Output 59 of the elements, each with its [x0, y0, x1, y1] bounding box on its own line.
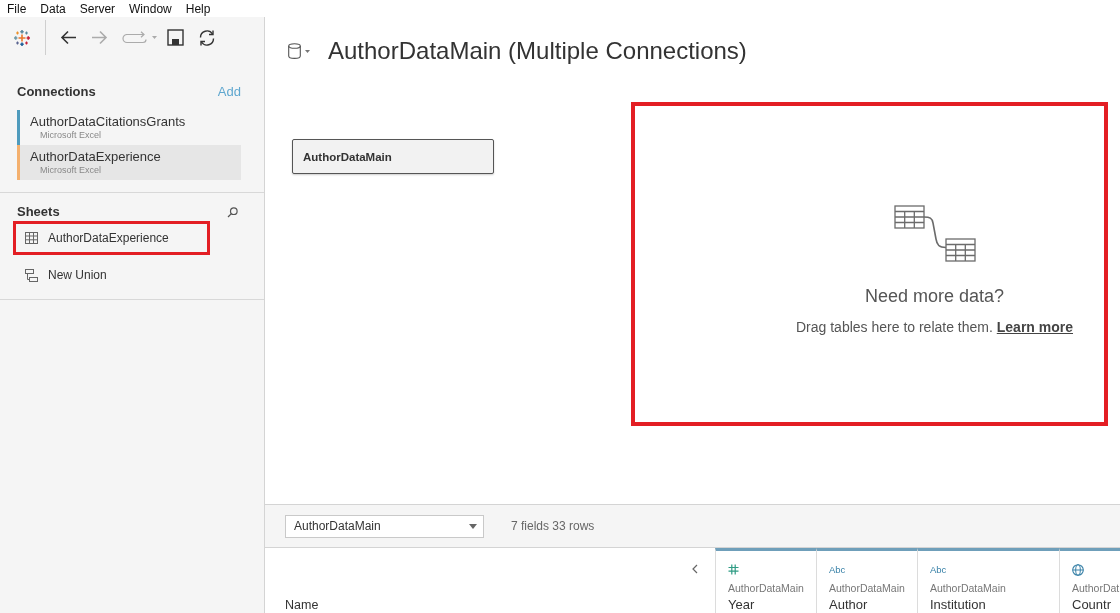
menu-item[interactable]: Server [72, 0, 123, 17]
app-logo-icon [14, 29, 30, 46]
caret-icon [305, 49, 310, 53]
connection-item[interactable]: AuthorDataCitationsGrants Microsoft Excel [17, 110, 241, 145]
caret-icon [469, 523, 477, 529]
union-icon [25, 268, 38, 282]
column-header[interactable]: AuthorDataMain Year [715, 548, 816, 613]
section-title: Connections [17, 83, 96, 99]
chevron-left-icon [692, 564, 698, 574]
hash-icon [728, 564, 739, 575]
column-name: Countr [1072, 598, 1112, 612]
column-source: AuthorDataMain [829, 582, 905, 594]
column-header[interactable]: AuthorDat Countr [1059, 548, 1120, 613]
search-icon [227, 206, 238, 218]
menu-item[interactable]: Window [122, 0, 179, 17]
row-label: Name [285, 598, 319, 612]
column-source: AuthorDat [1072, 582, 1120, 594]
database-icon [288, 43, 301, 59]
data-source-title: AuthorDataMain (Multiple Connections) [328, 37, 747, 65]
forward-arrow-icon [91, 30, 108, 45]
column-name: Author [829, 598, 868, 612]
drop-zone[interactable]: Need more data? Drag tables here to relate them. Learn more [631, 102, 1108, 426]
column-header[interactable]: Abc AuthorDataMain Author [816, 548, 917, 613]
connection-name: AuthorDataExperience [30, 149, 161, 165]
table-node[interactable]: AuthorDataMain [292, 139, 494, 174]
menu-item[interactable]: Help [178, 0, 218, 17]
column-name: Year [728, 598, 755, 612]
sheet-item[interactable]: AuthorDataExperience [13, 221, 210, 255]
menu-item[interactable]: File [0, 0, 34, 17]
section-title: Sheets [17, 204, 60, 219]
type-label: Abc [930, 563, 947, 576]
back-button[interactable] [60, 30, 77, 45]
refresh-button[interactable] [198, 28, 216, 47]
column-header[interactable]: Abc AuthorDataMain Institution [917, 548, 1059, 613]
sheet-item[interactable]: New Union [13, 258, 210, 292]
table-select[interactable]: AuthorDataMain [285, 514, 484, 538]
connection-name: AuthorDataCitationsGrants [30, 114, 186, 130]
connection-type: Microsoft Excel [40, 165, 101, 176]
table-icon [25, 232, 38, 244]
column-source: AuthorDataMain [728, 582, 804, 594]
loop-arrow-icon [122, 31, 148, 44]
table-summary: 7 fields 33 rows [511, 519, 595, 533]
column-name: Institution [930, 598, 986, 612]
data-source-menu-button[interactable] [288, 43, 310, 59]
collapse-button[interactable] [692, 564, 698, 574]
column-source: AuthorDataMain [930, 582, 1006, 594]
drop-zone-heading: Need more data? [864, 285, 1005, 307]
related-tables-icon [893, 205, 976, 262]
drop-zone-hint: Drag tables here to relate them. Learn more [796, 318, 1073, 336]
connection-item[interactable]: AuthorDataExperience Microsoft Excel [17, 145, 241, 180]
globe-icon [1072, 563, 1084, 576]
learn-more-link[interactable]: Learn more [996, 319, 1073, 335]
menu-item[interactable]: Data [33, 0, 73, 17]
caret-icon [152, 36, 157, 39]
connection-type: Microsoft Excel [40, 130, 101, 141]
refresh-icon [198, 28, 216, 47]
type-label: Abc [829, 563, 846, 576]
back-arrow-icon [60, 30, 77, 45]
save-button[interactable] [167, 29, 184, 46]
